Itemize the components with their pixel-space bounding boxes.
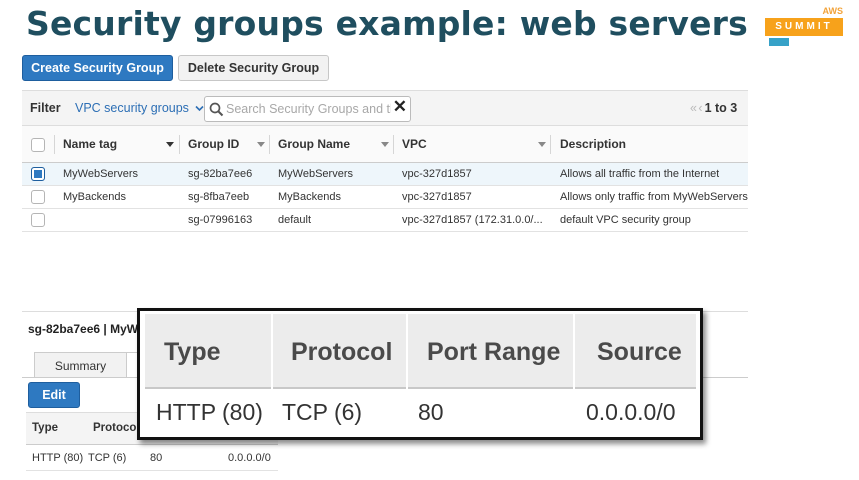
- aws-summit-logo: AWS SUMMIT: [763, 6, 847, 48]
- logo-aws-text: AWS: [822, 6, 843, 16]
- zoom-source-cell: 0.0.0.0/0: [586, 399, 676, 425]
- pagination: « ‹ 1 to 3: [690, 101, 737, 115]
- sort-name-tag-icon[interactable]: [166, 142, 174, 147]
- table-row[interactable]: sg-07996163 default vpc-327d1857 (172.31…: [22, 209, 748, 232]
- zoom-column-source: Source: [597, 338, 682, 366]
- pagination-range: 1 to 3: [704, 101, 738, 115]
- vpc-cell[interactable]: vpc-327d1857: [402, 163, 472, 185]
- select-all-checkbox[interactable]: [31, 138, 45, 152]
- filter-dropdown-label: VPC security groups: [75, 101, 189, 115]
- description-cell: Allows all traffic from the Internet: [560, 168, 720, 180]
- sort-group-id-icon[interactable]: [257, 142, 265, 147]
- name-tag-cell: MyWebServers: [63, 168, 138, 180]
- name-tag-cell: MyBackends: [63, 191, 126, 203]
- zoom-type-cell: HTTP (80): [156, 399, 263, 425]
- zoom-port-cell: 80: [418, 399, 444, 425]
- column-divider: [271, 314, 273, 389]
- row-checkbox[interactable]: [31, 213, 45, 227]
- clear-search-icon[interactable]: ✕: [393, 97, 407, 117]
- group-name-cell: default: [278, 214, 312, 226]
- security-groups-table: Name tag Group ID Group Name VPC Descrip…: [22, 126, 748, 232]
- column-divider: [550, 135, 551, 154]
- rules-column-protocol: Protocol: [93, 422, 140, 434]
- rule-protocol-cell: TCP (6): [88, 452, 127, 464]
- table-row[interactable]: MyWebServers sg-82ba7ee6 MyWebServers vp…: [22, 163, 748, 186]
- zoom-column-type: Type: [164, 338, 221, 366]
- row-checkbox[interactable]: [31, 190, 45, 204]
- description-cell: default VPC security group: [560, 214, 691, 226]
- column-divider: [393, 135, 394, 154]
- sort-group-name-icon[interactable]: [381, 142, 389, 147]
- security-groups-console: Filter VPC security groups ✕ « ‹1 to 3 N…: [22, 90, 748, 233]
- tab-summary[interactable]: Summary: [34, 352, 127, 378]
- vpc-security-groups-dropdown[interactable]: VPC security groups: [75, 101, 204, 115]
- row-checkbox[interactable]: [31, 167, 45, 181]
- zoom-column-port-range: Port Range: [427, 338, 561, 366]
- group-id-cell: sg-82ba7ee6: [188, 168, 253, 180]
- column-header-vpc[interactable]: VPC: [402, 126, 427, 162]
- rule-source-cell: 0.0.0.0/0: [228, 452, 271, 464]
- zoom-table-header: Type Protocol Port Range Source: [145, 314, 696, 389]
- delete-security-group-button[interactable]: Delete Security Group: [178, 55, 329, 81]
- details-title: sg-82ba7ee6 | MyW: [28, 322, 139, 336]
- column-header-group-name[interactable]: Group Name: [278, 126, 350, 162]
- description-cell: Allows only traffic from MyWebServers: [560, 191, 748, 203]
- sort-vpc-icon[interactable]: [538, 142, 546, 147]
- search-box[interactable]: ✕: [204, 96, 411, 122]
- search-icon: [209, 102, 224, 117]
- rules-column-type: Type: [32, 422, 58, 434]
- logo-tag-shape: [769, 38, 789, 46]
- group-name-cell: MyBackends: [278, 191, 341, 203]
- column-header-description[interactable]: Description: [560, 126, 626, 162]
- search-input[interactable]: [226, 100, 391, 118]
- logo-summit-text: SUMMIT: [765, 18, 843, 36]
- rule-type-cell: HTTP (80): [32, 452, 84, 464]
- column-divider: [573, 314, 575, 389]
- group-id-cell: sg-8fba7eeb: [188, 191, 250, 203]
- filter-bar: Filter VPC security groups ✕ « ‹1 to 3: [22, 90, 748, 126]
- table-header: Name tag Group ID Group Name VPC Descrip…: [22, 126, 748, 163]
- edit-button[interactable]: Edit: [28, 382, 80, 408]
- column-divider: [269, 135, 270, 154]
- table-row[interactable]: MyBackends sg-8fba7eeb MyBackends vpc-32…: [22, 186, 748, 209]
- vpc-cell[interactable]: vpc-327d1857 (172.31.0.0/...: [402, 209, 543, 231]
- column-divider: [54, 135, 55, 154]
- filter-label: Filter: [30, 101, 61, 115]
- column-header-group-id[interactable]: Group ID: [188, 126, 239, 162]
- vpc-cell[interactable]: vpc-327d1857: [402, 186, 472, 208]
- zoom-column-protocol: Protocol: [291, 338, 393, 366]
- column-divider: [179, 135, 180, 154]
- previous-page-icon[interactable]: « ‹: [690, 101, 703, 115]
- group-id-cell: sg-07996163: [188, 214, 253, 226]
- zoomed-inbound-rule-callout: Type Protocol Port Range Source HTTP (80…: [137, 308, 703, 440]
- create-security-group-button[interactable]: Create Security Group: [22, 55, 173, 81]
- column-header-name-tag[interactable]: Name tag: [63, 126, 117, 162]
- slide-title: Security groups example: web servers: [26, 4, 748, 43]
- column-divider: [406, 314, 408, 389]
- rules-table-row: HTTP (80) TCP (6) 80 0.0.0.0/0: [26, 445, 278, 471]
- zoom-protocol-cell: TCP (6): [282, 399, 363, 425]
- group-name-cell: MyWebServers: [278, 168, 353, 180]
- rule-port-cell: 80: [150, 452, 163, 464]
